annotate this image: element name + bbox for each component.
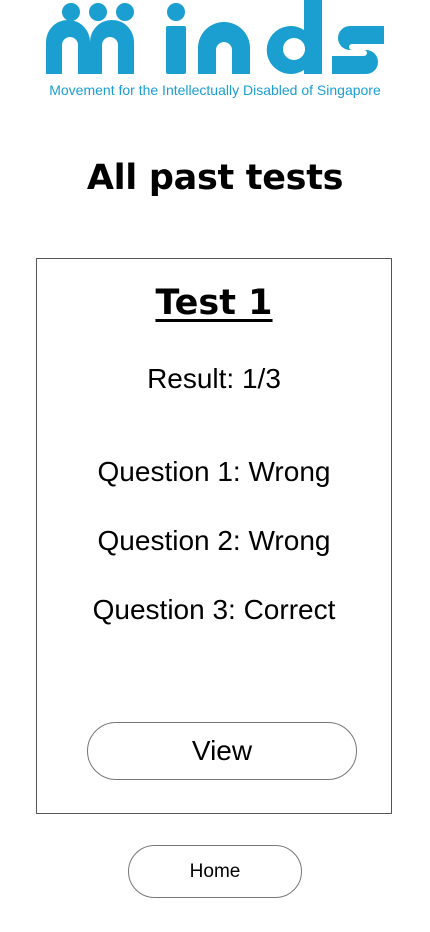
organization-tagline: Movement for the Intellectually Disabled… — [49, 82, 381, 98]
test-title: Test 1 — [155, 283, 273, 323]
view-test-button[interactable]: View — [87, 722, 357, 780]
test-card: Test 1 Result: 1/3 Question 1: Wrong Que… — [36, 258, 392, 814]
question-result-1: Question 1: Wrong — [97, 456, 331, 487]
page-title: All past tests — [86, 158, 344, 198]
test-result: Result: 1/3 — [147, 363, 281, 394]
minds-logo — [46, 0, 384, 74]
question-result-3: Question 3: Correct — [92, 594, 336, 625]
question-result-2: Question 2: Wrong — [97, 525, 331, 556]
home-button[interactable]: Home — [128, 845, 302, 898]
